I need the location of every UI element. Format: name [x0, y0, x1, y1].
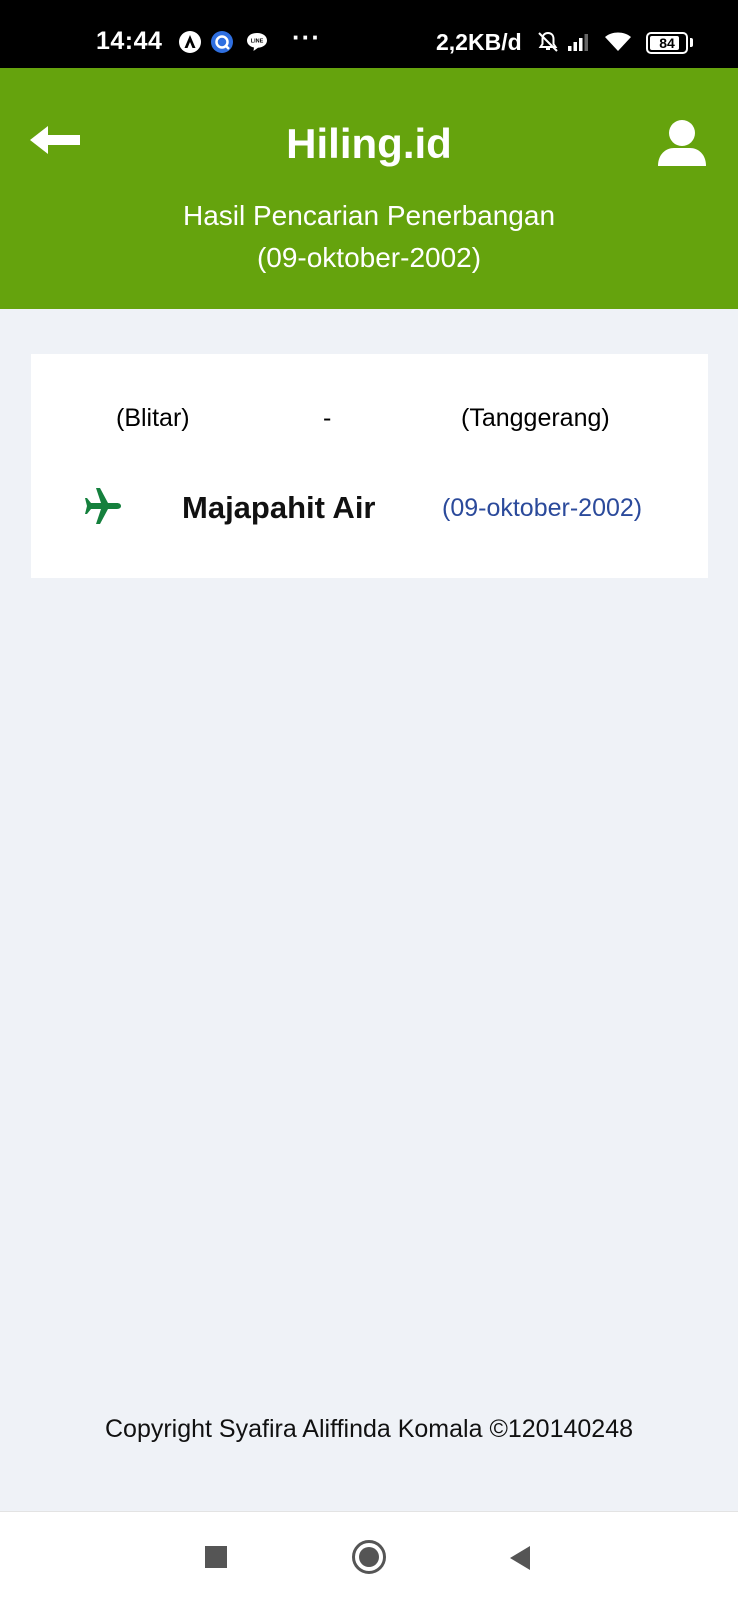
- airplane-icon: [85, 488, 121, 524]
- status-bar: 14:44 LINE ··· 2,2KB/d 84: [0, 0, 738, 68]
- page-subtitle: Hasil Pencarian Penerbangan (09-oktober-…: [0, 195, 738, 279]
- user-profile-icon: [658, 120, 706, 166]
- recent-apps-button[interactable]: [205, 1546, 227, 1568]
- profile-button[interactable]: [656, 118, 708, 170]
- app-title: Hiling.id: [286, 120, 452, 167]
- route-destination: (Tanggerang): [461, 404, 610, 432]
- nav-back-button[interactable]: [508, 1545, 532, 1571]
- muted-bell-icon: [538, 31, 558, 52]
- network-speed: 2,2KB/d: [436, 29, 522, 55]
- navigation-app-icon: [179, 31, 201, 53]
- more-notifications-indicator: ···: [292, 22, 321, 52]
- wifi-icon: [605, 32, 631, 51]
- route-separator: -: [323, 404, 332, 432]
- subtitle-heading: Hasil Pencarian Penerbangan: [182, 200, 556, 231]
- app-header: Hiling.id Hasil Pencarian Penerbangan (0…: [0, 68, 738, 309]
- svg-text:LINE: LINE: [251, 39, 264, 45]
- copyright-text: Copyright Syafira Aliffinda Komala ©1201…: [104, 1415, 633, 1443]
- line-app-icon: LINE: [247, 33, 267, 51]
- battery-tip: [690, 38, 693, 47]
- system-nav-bar: [0, 1511, 738, 1600]
- home-dot: [359, 1547, 379, 1567]
- signal-icon: [568, 34, 588, 51]
- browser-app-icon: [211, 31, 233, 53]
- airline-name: Majapahit Air: [182, 490, 376, 525]
- battery-level: 84: [659, 35, 675, 51]
- battery-icon: 84: [646, 32, 688, 54]
- subtitle-date: (09-oktober-2002): [256, 242, 482, 273]
- flight-date: (09-oktober-2002): [442, 494, 643, 522]
- home-button[interactable]: [352, 1540, 386, 1574]
- status-time: 14:44: [96, 27, 163, 55]
- route-origin: (Blitar): [116, 404, 190, 432]
- flight-result-card[interactable]: (Blitar) - (Tanggerang) Majapahit Air (0…: [31, 354, 708, 578]
